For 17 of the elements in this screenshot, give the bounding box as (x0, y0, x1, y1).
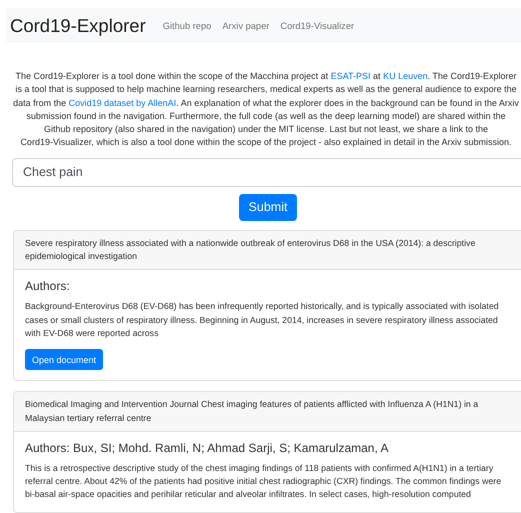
intro-link[interactable]: KU Leuven (383, 71, 428, 81)
brand-title[interactable]: Cord19-Explorer (10, 14, 146, 36)
search-field[interactable]: Chest pain (12, 158, 521, 187)
intro-link[interactable]: Covid19 dataset by AllenAI (68, 98, 176, 108)
open-document-button[interactable]: Open document (25, 349, 104, 370)
abstract-text: This is a retrospective descriptive study of the chest imaging findings of 118 patients with confirmed A(H1N1) in a tertiary referral centre. About 42% of the patients had positive initial chest radiographic (CXR) findings. The common findings were bi-basal air-space opacities and perihilar reticular and alveolar infiltrates. In select cases, high-resolution computed (25, 462, 502, 502)
result-title: Biomedical Imaging and Intervention Journal Chest imaging features of patients afflicted with Influenza A (H1N1) in a Malaysian tertiary referral centre (25, 399, 478, 423)
submit-button[interactable]: Submit (238, 194, 298, 221)
authors-heading: Authors: Bux, SI; Mohd. Ramli, N; Ahmad Sarji, S; Kamarulzaman, A (25, 440, 390, 455)
intro-link[interactable]: ESAT-PSI (330, 71, 371, 81)
intro-paragraph: The Cord19-Explorer is a tool done within the scope of the Macchina project at ESAT-PSI at KU Leuven. The Cord19-Explorer is a tool that is supposed to help machine learning researchers, medical experts as well as the general audience to expore the data from the Covid19 dataset by AllenAI. An explanation of what the explorer does in the background can be found in the Arxiv submission found in the navigation. Furthermore, the full code (as well as the deep learning model) are shared within the Github repository (also shared in the navigation) under the MIT license. Last but not least, we share a link to the Cord19-Visualizer, which is also a tool done within the scope of the project - also explained in detail in the Arxiv submission. (13, 70, 519, 150)
nav-link[interactable]: Arxiv paper (222, 20, 270, 30)
abstract-text: Background-Enterovirus D68 (EV-D68) has been infrequently reported historically, and is typically associated with isolated cases or small clusters of respiratory illness. Beginning in August, 2014, increases in severe respiratory illness associated with EV-D68 were reported across (25, 300, 500, 340)
result-title: Severe respiratory illness associated with a nationwide outbreak of enterovirus D68 in the USA (2014): a descriptive epidemiological investigation (25, 238, 476, 262)
authors-heading: Authors: (25, 279, 71, 294)
nav-link[interactable]: Github repo (162, 20, 212, 30)
nav-link[interactable]: Cord19-Visualizer (280, 20, 354, 30)
